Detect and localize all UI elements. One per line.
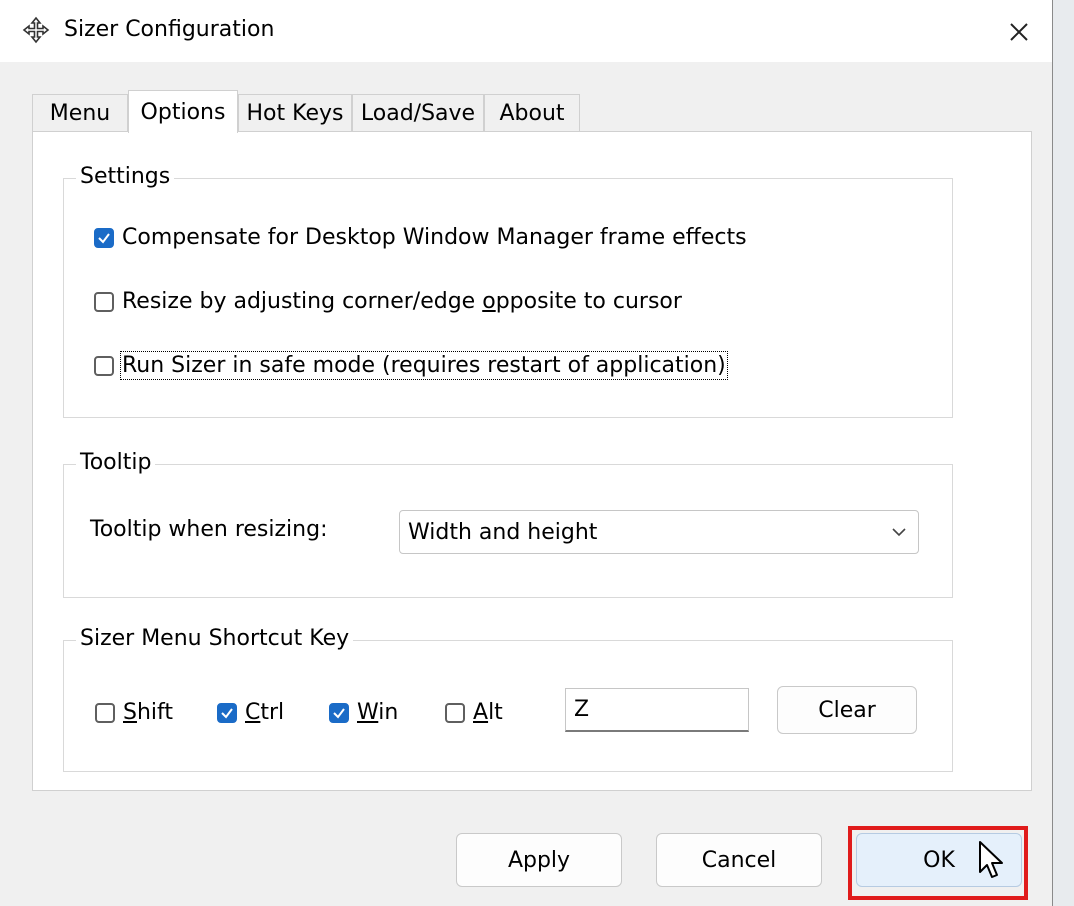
checkbox-label: Run Sizer in safe mode (requires restart… [120,351,728,380]
tab-hot-keys[interactable]: Hot Keys [238,94,352,132]
checkbox-box [329,702,349,723]
compensate-dwm-checkbox[interactable]: Compensate for Desktop Window Manager fr… [94,225,747,250]
chevron-down-icon [892,528,906,537]
checkbox-label: Shift [123,700,174,725]
checkbox-box [94,355,114,376]
shortcut-key-input[interactable]: Z [565,688,749,732]
tooltip-label: Tooltip when resizing: [90,517,328,542]
window-title: Sizer Configuration [64,17,275,42]
win-checkbox[interactable]: Win [329,700,398,725]
background-strip [1053,0,1074,906]
checkbox-box [95,702,115,723]
settings-group: Settings Compensate for Desktop Window M… [63,164,953,418]
mouse-pointer-icon [979,841,1003,878]
checkbox-label: Compensate for Desktop Window Manager fr… [122,225,747,250]
close-button[interactable] [996,12,1042,52]
move-arrows-icon [22,16,50,44]
settings-group-title: Settings [76,164,175,189]
shortcut-group-title: Sizer Menu Shortcut Key [76,626,354,651]
title-bar[interactable]: Sizer Configuration [0,0,1052,62]
tab-menu[interactable]: Menu [32,94,128,132]
tab-load-save[interactable]: Load/Save [352,94,484,132]
shift-checkbox[interactable]: Shift [95,700,173,725]
checkmark-icon [221,707,233,719]
tab-options[interactable]: Options [128,90,238,133]
alt-checkbox[interactable]: Alt [445,700,503,725]
checkbox-label: Resize by adjusting corner/edge opposite… [122,289,682,314]
checkbox-box [94,291,114,312]
resize-opposite-checkbox[interactable]: Resize by adjusting corner/edge opposite… [94,289,682,314]
dropdown-value: Width and height [408,519,598,545]
checkbox-box [94,227,114,248]
ctrl-checkbox[interactable]: Ctrl [217,700,284,725]
clear-button[interactable]: Clear [777,686,917,734]
apply-button[interactable]: Apply [456,833,622,887]
tab-about[interactable]: About [484,94,580,132]
checkbox-box [217,702,237,723]
checkbox-label: Win [357,700,399,725]
tooltip-dropdown[interactable]: Width and height [399,510,919,554]
checkmark-icon [333,707,345,719]
options-panel: Settings Compensate for Desktop Window M… [32,131,1032,791]
checkbox-box [445,702,465,723]
checkmark-icon [98,232,110,244]
checkbox-label: Ctrl [245,700,285,725]
close-icon [1010,23,1028,41]
safe-mode-checkbox[interactable]: Run Sizer in safe mode (requires restart… [94,351,728,380]
checkbox-label: Alt [473,700,503,725]
cancel-button[interactable]: Cancel [656,833,822,887]
tooltip-group-title: Tooltip [76,450,156,475]
dialog-window: Sizer Configuration Menu Options Hot Key… [0,0,1053,906]
